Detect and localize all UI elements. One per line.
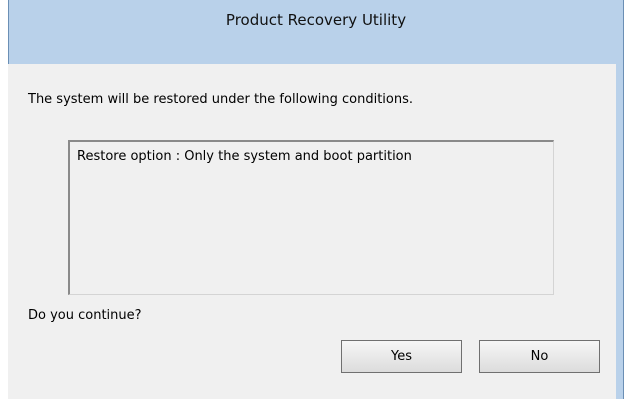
- conditions-box[interactable]: Restore option : Only the system and boo…: [68, 140, 554, 295]
- restore-message: The system will be restored under the fo…: [28, 92, 414, 107]
- continue-question: Do you continue?: [28, 308, 142, 323]
- restore-option-text: Restore option : Only the system and boo…: [77, 149, 412, 164]
- title-bar[interactable]: Product Recovery Utility: [9, 0, 623, 42]
- window-title: Product Recovery Utility: [225, 11, 407, 29]
- no-button[interactable]: No: [479, 340, 600, 373]
- yes-button[interactable]: Yes: [341, 340, 462, 373]
